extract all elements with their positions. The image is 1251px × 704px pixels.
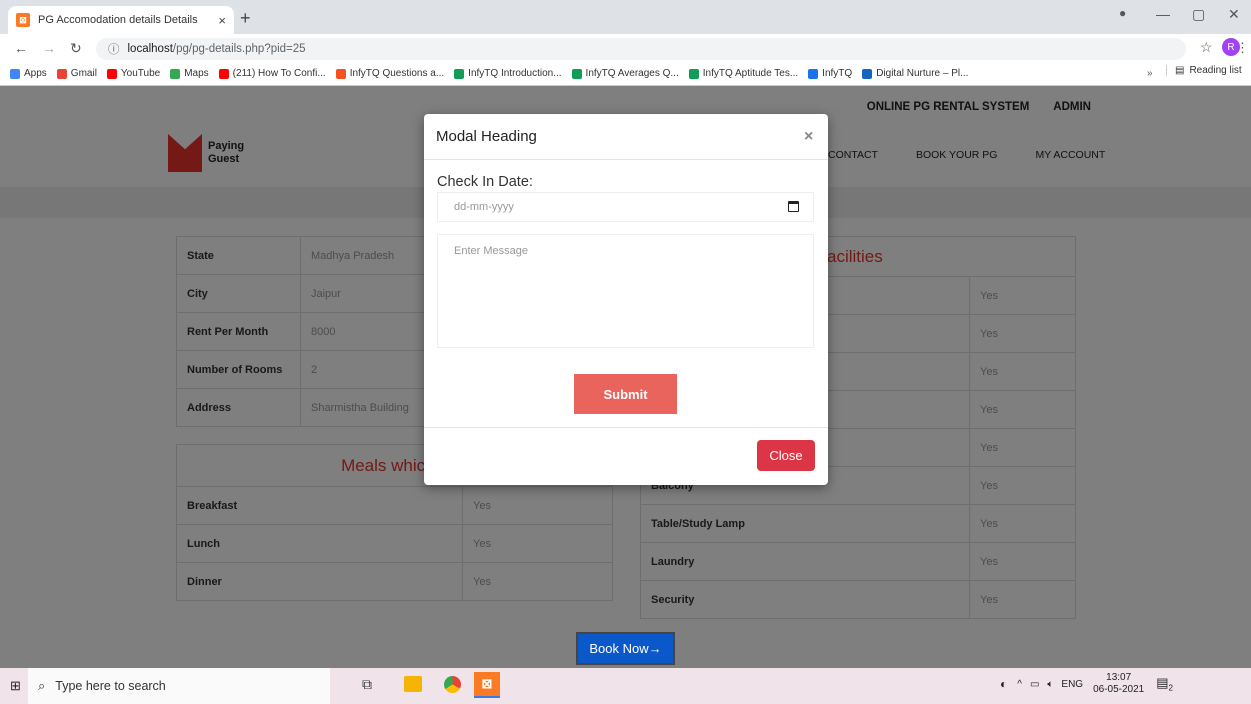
reload-icon[interactable]: ↻ — [70, 40, 82, 57]
date-placeholder: dd-mm-yyyy — [454, 201, 514, 213]
bookmark-item[interactable]: InfyTQ Introduction... — [454, 68, 562, 79]
tray-expand-icon[interactable]: ^ — [1017, 679, 1022, 690]
browser-tab[interactable]: ⊠ PG Accomodation details Details × — [8, 6, 234, 34]
modal-footer-divider — [424, 427, 828, 428]
info-icon[interactable]: ⓘ — [108, 41, 120, 57]
calendar-icon[interactable] — [788, 201, 799, 212]
address-bar[interactable]: ⓘ localhost/pg/pg-details.php?pid=25 — [96, 38, 1186, 60]
bookmark-item[interactable]: Gmail — [56, 68, 97, 79]
file-explorer-icon[interactable] — [404, 676, 422, 692]
bookmark-label: Apps — [24, 68, 47, 79]
menu-kebab-icon[interactable]: ⋮ — [1236, 40, 1249, 56]
submit-button[interactable]: Submit — [574, 374, 677, 414]
close-button[interactable]: Close — [757, 440, 815, 471]
bookmark-star-icon[interactable]: ☆ — [1200, 39, 1213, 56]
bookmark-favicon-icon — [335, 68, 346, 79]
bookmark-item[interactable]: Maps — [170, 68, 209, 79]
bookmarks-bar: Apps Gmail YouTube Maps (211) How To Confi..… — [0, 62, 1251, 86]
bookmark-favicon-icon — [688, 68, 699, 79]
clock-date: 06-05-2021 — [1093, 684, 1145, 695]
taskbar-search[interactable]: ⌕ Type here to search — [28, 668, 330, 704]
clock-time: 13:07 — [1106, 672, 1132, 683]
reading-list-icon: ▤ — [1175, 65, 1185, 76]
notification-count: 2 — [1168, 683, 1173, 693]
bookmark-item[interactable]: YouTube — [106, 68, 161, 79]
task-view-icon[interactable]: ⧉ — [362, 676, 372, 693]
language-indicator[interactable]: ENG — [1061, 679, 1083, 690]
bookmark-label: InfyTQ Introduction... — [468, 68, 562, 79]
bookmark-favicon-icon — [808, 68, 819, 79]
message-textarea[interactable]: Enter Message — [437, 234, 814, 348]
tab-title: PG Accomodation details Details — [38, 14, 198, 26]
bookmark-favicon-icon — [571, 68, 582, 79]
xampp-favicon-icon: ⊠ — [16, 13, 30, 27]
new-tab-button[interactable]: + — [240, 8, 251, 29]
bookmark-label: InfyTQ Aptitude Tes... — [702, 68, 799, 79]
bookmark-favicon-icon — [106, 68, 117, 79]
bookmark-label: Gmail — [70, 68, 97, 79]
system-tray: ◐ ^ ▭ 🔈︎ ENG 13:07 06-05-2021 ▤2 — [1000, 672, 1173, 696]
bookmark-label: InfyTQ Averages Q... — [585, 68, 679, 79]
clock[interactable]: 13:07 06-05-2021 — [1093, 672, 1144, 696]
bookmark-label: InfyTQ — [822, 68, 853, 79]
message-placeholder: Enter Message — [454, 245, 528, 257]
chrome-icon[interactable] — [444, 676, 461, 693]
tab-close-icon[interactable]: × — [218, 13, 226, 28]
search-icon: ⌕ — [38, 678, 46, 693]
bookmark-label: Digital Nurture – Pl... — [876, 68, 969, 79]
xampp-icon[interactable]: ⊠ — [474, 672, 500, 698]
checkin-date-input[interactable]: dd-mm-yyyy — [437, 192, 814, 222]
notifications-icon[interactable]: ▤2 — [1156, 675, 1173, 693]
close-window-icon[interactable]: ✕ — [1228, 6, 1240, 23]
bookmark-favicon-icon — [454, 68, 465, 79]
battery-icon[interactable]: ▭ — [1030, 679, 1039, 690]
modal-title: Modal Heading — [436, 128, 537, 145]
volume-icon[interactable]: 🔈︎ — [1047, 679, 1053, 690]
bookmark-favicon-icon — [218, 68, 229, 79]
bookmark-item[interactable]: InfyTQ Aptitude Tes... — [688, 68, 799, 79]
bookmark-label: Maps — [184, 68, 209, 79]
bookmark-favicon-icon — [56, 68, 67, 79]
bookmark-label: (211) How To Confi... — [232, 68, 326, 79]
url-host: localhost — [127, 43, 173, 55]
profile-indicator-icon[interactable]: ● — [1119, 6, 1126, 20]
windows-start-icon[interactable]: ⊞ — [10, 678, 21, 694]
bookmark-item[interactable]: Digital Nurture – Pl... — [862, 68, 968, 79]
bookmark-item[interactable]: Apps — [10, 68, 47, 79]
bookmark-favicon-icon — [10, 68, 20, 79]
search-placeholder: Type here to search — [55, 679, 166, 693]
booking-modal: Modal Heading × Check In Date: dd-mm-yyy… — [424, 114, 828, 485]
url-path: /pg/pg-details.php?pid=25 — [172, 43, 306, 55]
bookmark-item[interactable]: InfyTQ Averages Q... — [571, 68, 679, 79]
reading-list-button[interactable]: ▤ Reading list — [1166, 65, 1242, 76]
checkin-label: Check In Date: — [437, 174, 533, 190]
bookmark-item[interactable]: InfyTQ Questions a... — [335, 68, 445, 79]
bookmark-label: YouTube — [120, 68, 161, 79]
back-icon[interactable]: ← — [14, 40, 28, 56]
bookmark-item[interactable]: InfyTQ — [808, 68, 852, 79]
forward-icon[interactable]: → — [42, 40, 56, 56]
bookmark-item[interactable]: (211) How To Confi... — [218, 68, 326, 79]
maximize-icon[interactable]: ▢ — [1192, 6, 1205, 23]
bookmark-label: InfyTQ Questions a... — [349, 68, 445, 79]
bookmark-favicon-icon — [170, 68, 181, 79]
bookmarks-overflow-icon[interactable]: » — [1147, 68, 1153, 79]
minimize-icon[interactable]: — — [1156, 6, 1170, 22]
bookmark-favicon-icon — [862, 68, 873, 79]
reading-list-label: Reading list — [1189, 65, 1242, 76]
network-icon[interactable]: ◐ — [1000, 677, 1007, 691]
modal-close-icon[interactable]: × — [804, 128, 813, 146]
